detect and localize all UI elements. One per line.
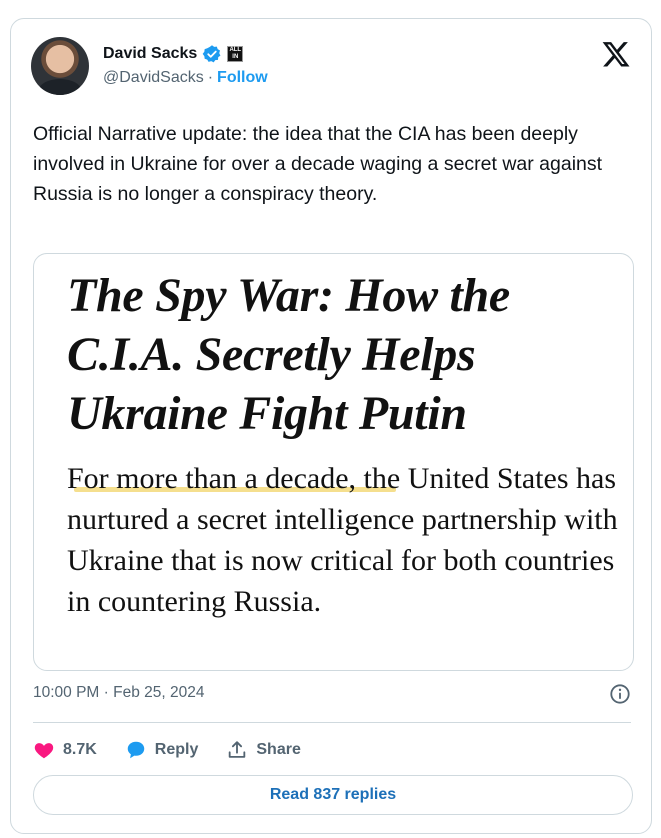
tweet-timestamp[interactable]: 10:00 PM · Feb 25, 2024 xyxy=(33,684,633,702)
tweet-text: Official Narrative update: the idea that… xyxy=(33,123,603,205)
article-headline: The Spy War: How the C.I.A. Secretly Hel… xyxy=(67,269,510,440)
reply-button[interactable]: Reply xyxy=(125,739,199,761)
follow-link[interactable]: Follow xyxy=(217,69,268,87)
tweet-card: David Sacks ALL IN @DavidSacks · Follow … xyxy=(10,18,652,834)
author-name-row: David Sacks ALL IN xyxy=(103,42,244,66)
author-name[interactable]: David Sacks xyxy=(103,45,197,63)
separator-dot: · xyxy=(207,69,214,86)
divider xyxy=(33,722,631,723)
x-logo-icon[interactable] xyxy=(601,39,631,69)
share-icon xyxy=(229,741,246,758)
read-replies-button[interactable]: Read 837 replies xyxy=(33,775,633,815)
org-badge[interactable]: ALL IN xyxy=(227,46,244,62)
like-button[interactable]: 8.7K xyxy=(33,739,97,761)
heart-icon xyxy=(34,743,54,759)
action-bar: 8.7K Reply Share xyxy=(33,735,329,765)
share-label: Share xyxy=(256,741,301,758)
reply-label: Reply xyxy=(154,741,199,758)
reply-bubble-icon xyxy=(127,741,145,759)
article-lede: For more than a decade, the United State… xyxy=(67,462,618,618)
verified-badge-icon xyxy=(202,45,221,63)
author-handle-row: @DavidSacks · Follow xyxy=(103,69,268,87)
like-count: 8.7K xyxy=(63,741,97,758)
author-handle[interactable]: @DavidSacks xyxy=(103,69,204,87)
avatar[interactable] xyxy=(31,37,89,95)
info-icon[interactable] xyxy=(609,683,631,705)
article-image[interactable]: The Spy War: How the C.I.A. Secretly Hel… xyxy=(33,253,634,671)
share-button[interactable]: Share xyxy=(226,739,301,761)
